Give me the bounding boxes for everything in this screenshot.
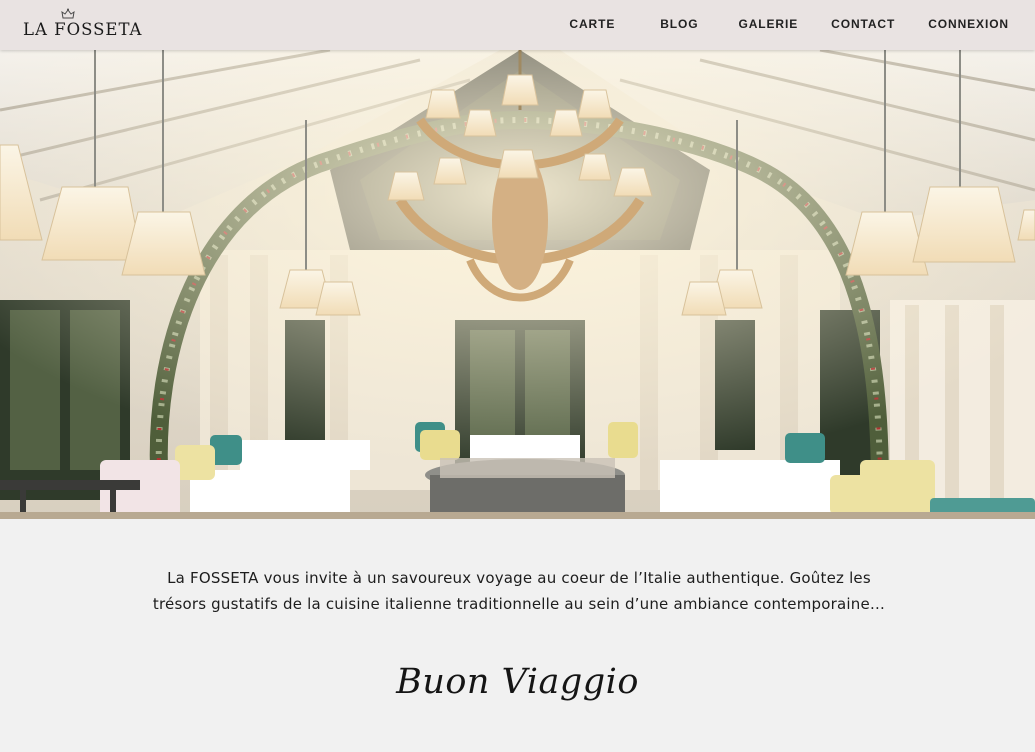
nav-link-connexion[interactable]: CONNEXION [928, 17, 1009, 31]
brand-logo[interactable]: LA FOSSETA [23, 8, 142, 42]
intro-paragraph: La FOSSETA vous invite à un savoureux vo… [152, 569, 886, 613]
signoff-text: Buon Viaggio [396, 662, 639, 702]
nav-link-contact[interactable]: CONTACT [831, 17, 895, 31]
hero-image [0, 50, 1035, 519]
restaurant-interior-photo [0, 50, 1035, 519]
main-nav: CARTE BLOG GALERIE CONTACT CONNEXION [569, 0, 1009, 48]
nav-link-galerie[interactable]: GALERIE [739, 17, 799, 31]
crest-icon [61, 8, 75, 19]
site-header: LA FOSSETA CARTE BLOG GALERIE CONTACT CO… [0, 0, 1035, 50]
brand-name: LA FOSSETA [23, 20, 143, 39]
nav-link-carte[interactable]: CARTE [569, 17, 615, 31]
nav-link-blog[interactable]: BLOG [660, 17, 698, 31]
